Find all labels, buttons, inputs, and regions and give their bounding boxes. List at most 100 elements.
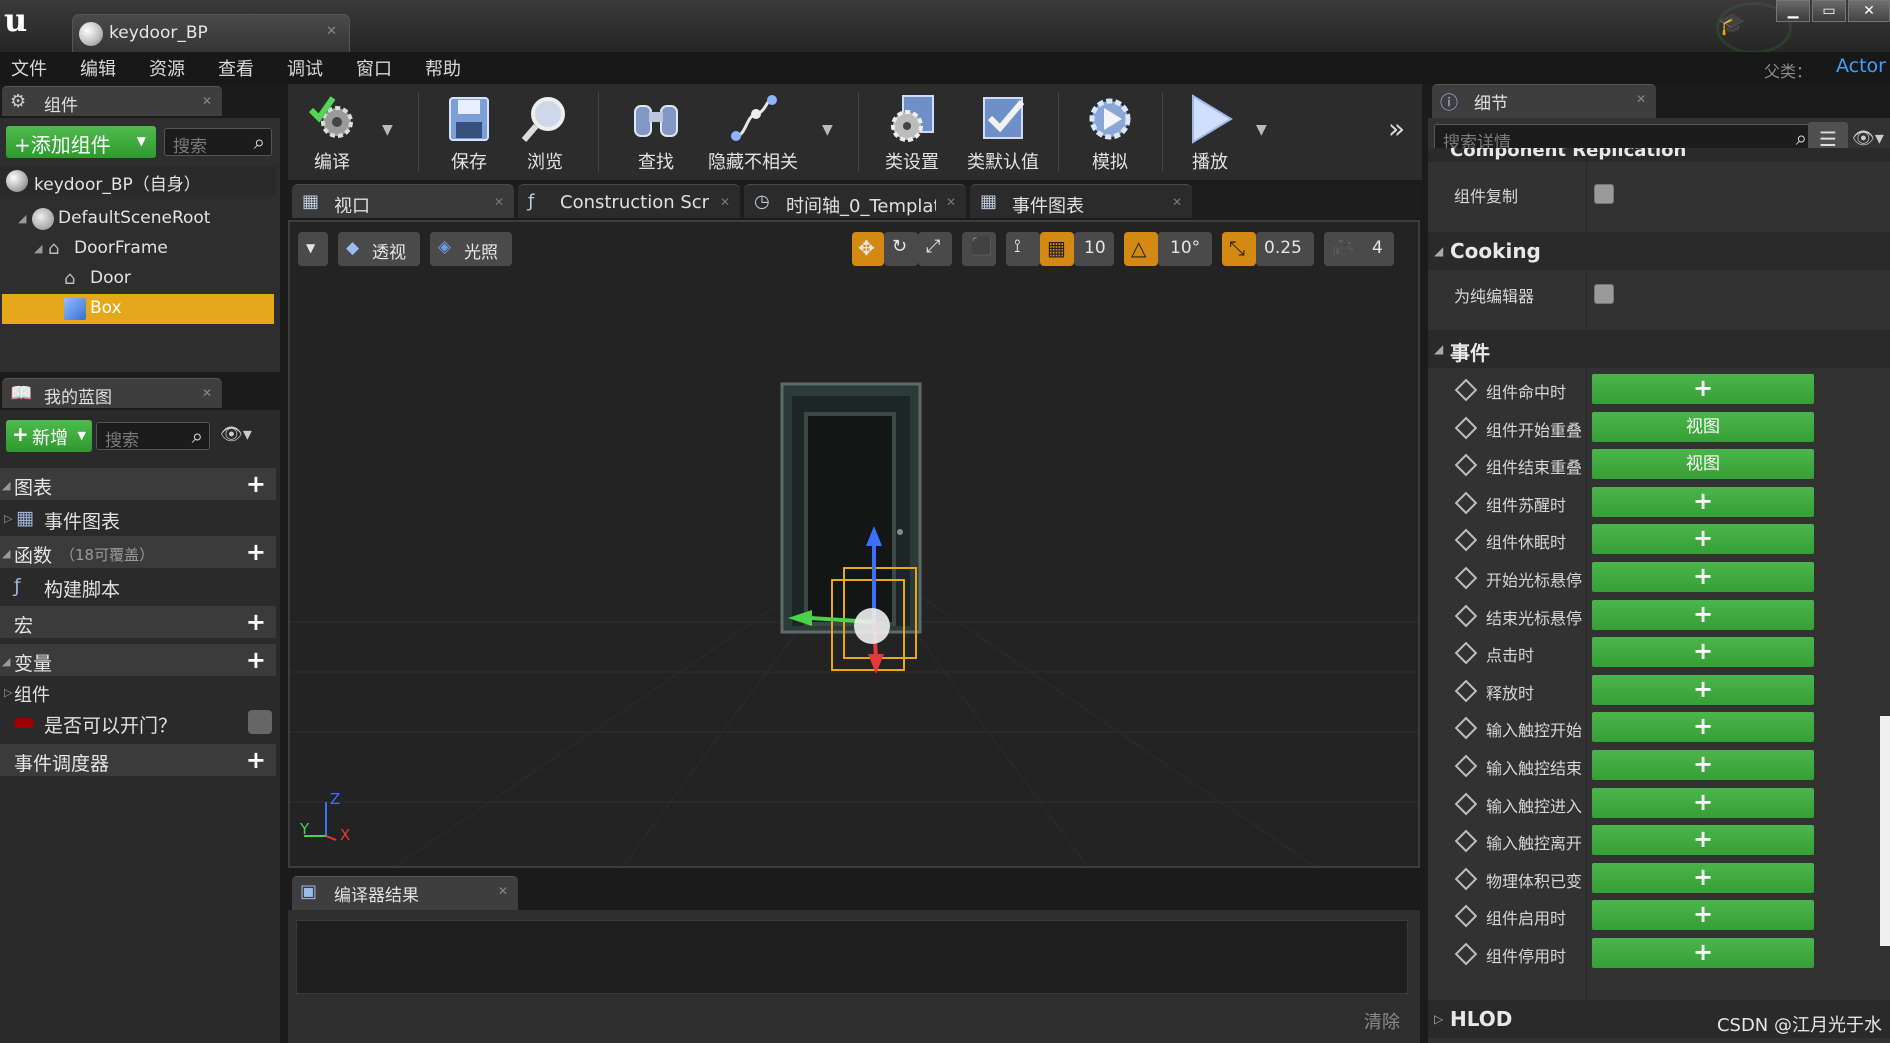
- tree-item-doorframe[interactable]: ◢ ⌂ DoorFrame: [0, 234, 276, 264]
- category-graphs[interactable]: ◢ 图表 +: [0, 468, 276, 500]
- add-event-button[interactable]: +: [1592, 562, 1814, 592]
- overflow-chevron-icon[interactable]: »: [1388, 112, 1405, 145]
- find-button[interactable]: 查找: [618, 84, 694, 180]
- details-tab[interactable]: ⓘ 细节 ✕: [1432, 84, 1656, 118]
- menu-asset[interactable]: 资源: [149, 55, 185, 81]
- clear-button[interactable]: 清除: [1364, 1008, 1400, 1034]
- tab-construction-script[interactable]: ƒ Construction Script ✕: [518, 184, 740, 218]
- view-event-button[interactable]: 视图: [1592, 449, 1814, 479]
- close-icon[interactable]: ✕: [946, 195, 956, 209]
- expand-triangle-icon[interactable]: ◢: [2, 655, 10, 668]
- section-events[interactable]: ◢ 事件: [1428, 330, 1890, 368]
- collapse-triangle-icon[interactable]: ▷: [4, 686, 12, 699]
- add-event-button[interactable]: +: [1592, 675, 1814, 705]
- expand-triangle-icon[interactable]: ◢: [34, 242, 42, 255]
- add-new-button[interactable]: + 新增 ▼: [6, 420, 92, 452]
- learn-cap-icon[interactable]: 🎓: [1718, 12, 1746, 37]
- parent-class-link[interactable]: Actor: [1836, 55, 1886, 77]
- category-functions[interactable]: ◢ 函数 （18可覆盖） +: [0, 536, 276, 568]
- viewport-options-button[interactable]: ▼: [298, 232, 328, 266]
- add-event-button[interactable]: +: [1592, 863, 1814, 893]
- components-group[interactable]: ▷ 组件: [0, 678, 276, 708]
- simulate-button[interactable]: 模拟: [1074, 84, 1146, 180]
- tab-timeline[interactable]: ◷ 时间轴_0_Template ✕: [744, 184, 966, 218]
- play-button[interactable]: 播放: [1174, 84, 1246, 180]
- view-event-button[interactable]: 视图: [1592, 412, 1814, 442]
- event-graph-item[interactable]: ▷ ▦ 事件图表: [0, 504, 276, 534]
- blueprint-search-input[interactable]: 搜索 ⌕: [96, 422, 210, 451]
- hide-unrelated-button[interactable]: 隐藏不相关: [700, 84, 806, 180]
- compile-button[interactable]: 编译: [294, 84, 370, 180]
- category-dispatchers[interactable]: 事件调度器 +: [0, 744, 276, 776]
- components-tab[interactable]: ⚙ 组件 ✕: [2, 86, 222, 116]
- rotate-tool-button[interactable]: ↻: [884, 232, 918, 266]
- add-event-button[interactable]: +: [1592, 637, 1814, 667]
- translate-tool-button[interactable]: ✥: [852, 232, 884, 266]
- eye-icon[interactable]: 👁▾: [220, 424, 252, 445]
- component-replicates-checkbox[interactable]: [1594, 184, 1614, 204]
- add-event-button[interactable]: +: [1592, 600, 1814, 630]
- scale-tool-button[interactable]: ⤢: [918, 232, 952, 266]
- viewport[interactable]: ▼ ◆ 透视 ◈ 光照 ✥ ↻ ⤢ ⬛ ⟟ ▦ 10 △ 10° ⤡ 0.25 …: [288, 220, 1420, 868]
- add-event-button[interactable]: +: [1592, 374, 1814, 404]
- collapse-triangle-icon[interactable]: ▷: [4, 512, 12, 525]
- expand-triangle-icon[interactable]: ◢: [2, 479, 10, 492]
- add-event-button[interactable]: +: [1592, 938, 1814, 968]
- perspective-button[interactable]: ◆ 透视: [338, 232, 420, 266]
- tree-item-defaultsceneroot[interactable]: ◢ DefaultSceneRoot: [0, 204, 276, 234]
- class-settings-button[interactable]: 类设置: [870, 84, 954, 180]
- camera-speed-button[interactable]: 🎥 4: [1324, 232, 1394, 266]
- class-defaults-button[interactable]: 类默认值: [960, 84, 1046, 180]
- close-icon[interactable]: ✕: [494, 195, 504, 209]
- add-event-button[interactable]: +: [1592, 825, 1814, 855]
- section-cooking[interactable]: ◢ Cooking: [1428, 232, 1890, 270]
- rotation-snap-toggle[interactable]: △: [1124, 232, 1158, 266]
- add-event-button[interactable]: +: [1592, 524, 1814, 554]
- visibility-toggle-icon[interactable]: [248, 710, 272, 734]
- close-icon[interactable]: ✕: [326, 24, 337, 39]
- add-graph-button[interactable]: +: [246, 470, 266, 498]
- minimize-button[interactable]: ▁: [1776, 0, 1810, 22]
- editor-only-checkbox[interactable]: [1594, 284, 1614, 304]
- menu-file[interactable]: 文件: [11, 55, 47, 81]
- close-icon[interactable]: ✕: [202, 386, 212, 400]
- tree-item-box[interactable]: Box: [2, 294, 274, 324]
- maximize-button[interactable]: ▭: [1812, 0, 1846, 22]
- tree-item-door[interactable]: ⌂ Door: [0, 264, 276, 294]
- close-icon[interactable]: ✕: [202, 94, 212, 108]
- menu-view[interactable]: 查看: [218, 55, 254, 81]
- expand-triangle-icon[interactable]: ◢: [2, 547, 10, 560]
- add-event-button[interactable]: +: [1592, 712, 1814, 742]
- add-event-button[interactable]: +: [1592, 900, 1814, 930]
- add-event-button[interactable]: +: [1592, 788, 1814, 818]
- self-row[interactable]: keydoor_BP（自身）: [0, 166, 276, 196]
- menu-edit[interactable]: 编辑: [80, 55, 116, 81]
- document-tab[interactable]: keydoor_BP ✕: [72, 14, 350, 52]
- scale-snap-value[interactable]: 0.25: [1256, 232, 1314, 266]
- add-component-button[interactable]: +添加组件 ▼: [6, 126, 156, 158]
- my-blueprint-tab[interactable]: 📖 我的蓝图 ✕: [2, 378, 222, 408]
- components-search-input[interactable]: 搜索 ⌕: [164, 128, 272, 157]
- chevron-down-icon[interactable]: ▼: [1256, 122, 1267, 138]
- rotation-snap-value[interactable]: 10°: [1158, 232, 1212, 266]
- category-macros[interactable]: 宏 +: [0, 606, 276, 638]
- construction-script-item[interactable]: ƒ 构建脚本: [0, 572, 276, 602]
- eye-icon[interactable]: 👁▾: [1852, 128, 1884, 149]
- close-icon[interactable]: ✕: [720, 195, 730, 209]
- add-dispatcher-button[interactable]: +: [246, 746, 266, 774]
- variable-item[interactable]: 是否可以开门？: [0, 708, 276, 738]
- transform-gizmo[interactable]: [750, 522, 950, 742]
- expand-triangle-icon[interactable]: ◢: [18, 212, 26, 225]
- browse-button[interactable]: 浏览: [510, 84, 580, 180]
- scale-snap-toggle[interactable]: ⤡: [1222, 232, 1256, 266]
- menu-debug[interactable]: 调试: [287, 55, 323, 81]
- close-icon[interactable]: ✕: [1636, 92, 1646, 106]
- compiler-results-tab[interactable]: ▣ 编译器结果 ✕: [292, 876, 518, 910]
- lit-mode-button[interactable]: ◈ 光照: [430, 232, 512, 266]
- chevron-down-icon[interactable]: ▼: [822, 122, 833, 138]
- menu-help[interactable]: 帮助: [425, 55, 461, 81]
- add-event-button[interactable]: +: [1592, 750, 1814, 780]
- world-local-button[interactable]: ⬛: [962, 232, 996, 266]
- grid-snap-toggle[interactable]: ▦: [1040, 232, 1074, 266]
- save-button[interactable]: 保存: [434, 84, 504, 180]
